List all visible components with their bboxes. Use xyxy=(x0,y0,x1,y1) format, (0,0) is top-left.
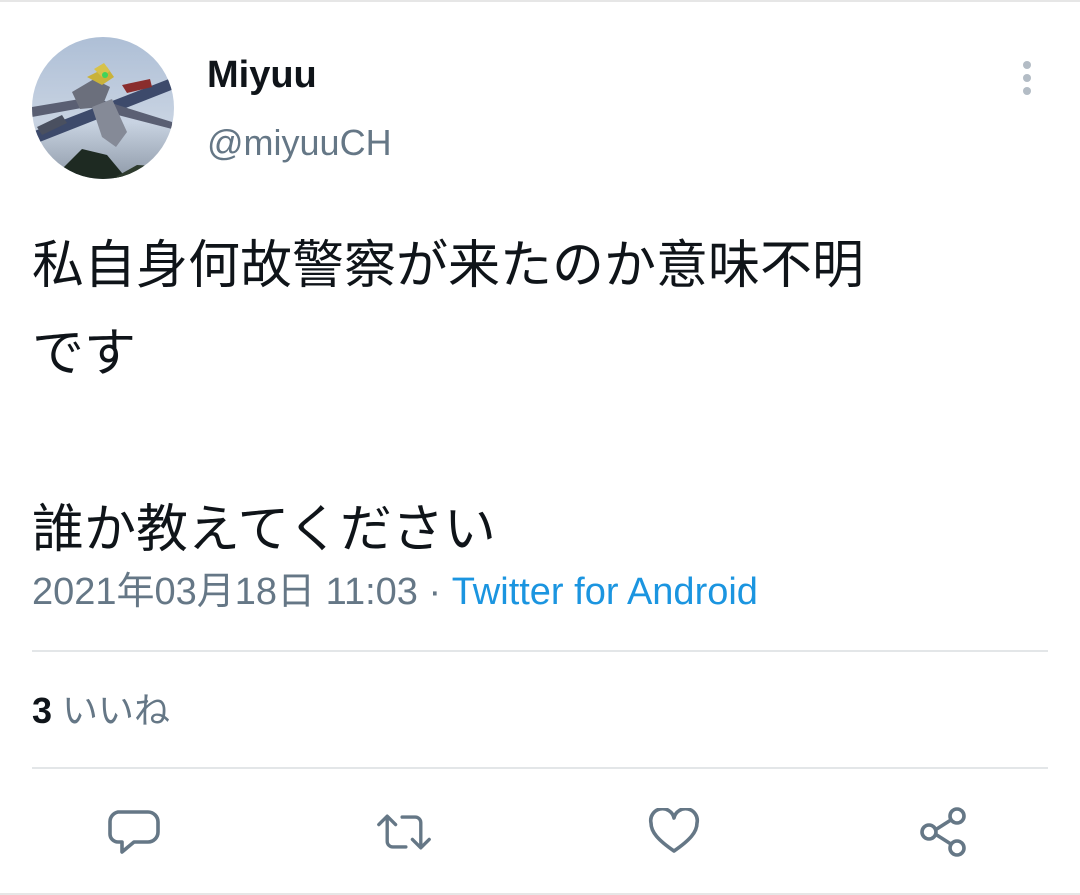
tweet-text-line: です xyxy=(32,324,137,384)
tweet-timestamp[interactable]: 2021年03月18日 11:03 xyxy=(32,571,418,613)
like-button[interactable] xyxy=(646,804,702,860)
top-divider xyxy=(0,0,1080,2)
tweet-text-line: 誰か教えてください xyxy=(32,500,496,560)
tweet-body: 私自身何故警察が来たのか意味不明 です 誰か教えてください xyxy=(32,222,1042,574)
divider xyxy=(32,767,1048,769)
tweet-metadata: 2021年03月18日 11:03 · Twitter for Android xyxy=(32,566,758,618)
likes-label: いいね xyxy=(62,691,171,732)
tweet-text-line: 私自身何故警察が来たのか意味不明 xyxy=(32,236,865,296)
user-handle[interactable]: @miyuuCH xyxy=(207,120,392,166)
avatar-image xyxy=(32,37,174,179)
retweet-arrows-icon xyxy=(377,814,431,850)
divider xyxy=(32,650,1048,652)
reply-button[interactable] xyxy=(106,804,162,860)
heart-icon xyxy=(648,808,700,853)
likes-stat[interactable]: 3 いいね xyxy=(32,686,170,737)
display-name[interactable]: Miyuu xyxy=(207,52,317,98)
vertical-dots-icon xyxy=(1023,61,1031,95)
share-nodes-icon xyxy=(920,807,966,857)
share-button[interactable] xyxy=(915,804,971,860)
meta-separator: · xyxy=(417,571,452,613)
avatar[interactable] xyxy=(32,37,174,179)
tweet-source-link[interactable]: Twitter for Android xyxy=(452,571,758,613)
likes-count: 3 xyxy=(32,690,53,731)
speech-bubble-icon xyxy=(108,810,160,854)
more-options-button[interactable] xyxy=(1008,58,1046,98)
retweet-button[interactable] xyxy=(376,804,432,860)
